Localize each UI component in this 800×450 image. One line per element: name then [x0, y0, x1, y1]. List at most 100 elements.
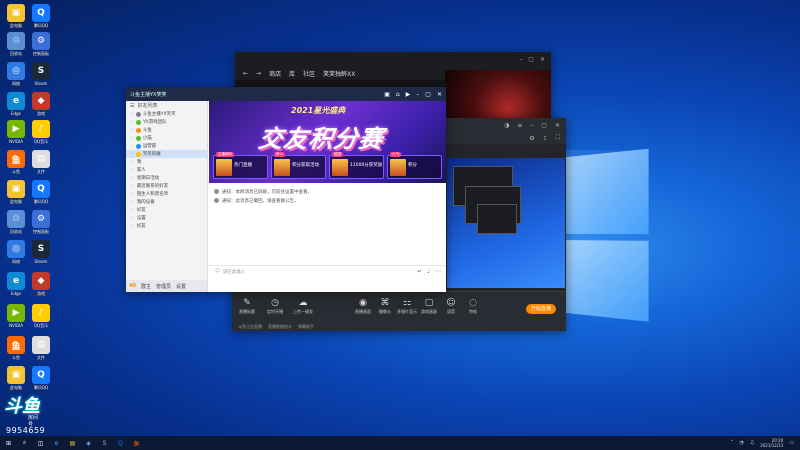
fullscreen-icon[interactable]: ⛶ — [556, 134, 560, 142]
taskbar-app-icon[interactable]: S — [100, 439, 109, 448]
stream-left-tool[interactable]: ✎ 直播标题 — [236, 298, 258, 315]
desktop-icon[interactable]: S Steam — [26, 240, 56, 264]
maximize-icon[interactable]: ▢ — [528, 56, 534, 63]
settings-icon[interactable]: ⚙ — [529, 135, 534, 142]
banner-tile[interactable]: 人气 积分 — [387, 152, 442, 179]
app-icon: ♪ — [32, 120, 50, 138]
friend-item[interactable]: › 星期日活动 — [126, 174, 207, 182]
friend-item[interactable]: › 陌生人和黑名单 — [126, 190, 207, 198]
taskbar-app-icon[interactable]: 鱼 — [132, 439, 141, 448]
send-icon[interactable]: ↵ — [417, 268, 422, 275]
friend-item[interactable]: › 好友 — [126, 222, 207, 230]
taskbar-app-icon[interactable]: ◫ — [36, 439, 45, 448]
maximize-icon[interactable]: ▢ — [425, 91, 431, 98]
image-icon[interactable]: ▣ — [384, 91, 390, 98]
minimize-icon[interactable]: – — [519, 56, 522, 63]
desktop-icon[interactable]: S Steam — [26, 62, 56, 86]
stream-tool[interactable]: ⌘ 摄像头 — [374, 298, 396, 315]
notification-icon[interactable]: ▭ — [789, 440, 794, 446]
mic-icon[interactable]: ♩ — [427, 268, 430, 275]
desktop-icon[interactable]: ♪ QQ音乐 — [26, 120, 56, 145]
volume-icon[interactable]: ♫ — [750, 440, 754, 446]
desktop-icon[interactable]: ⚙ 控制面板 — [26, 32, 56, 57]
group-item[interactable]: › YX游戏团队 — [126, 118, 207, 126]
stream-tool[interactable]: ▢ 游戏画面 — [418, 298, 440, 315]
desktop-icon[interactable]: ⚙ 控制面板 — [26, 210, 56, 235]
stream-tool[interactable]: ◌ 特效 — [462, 298, 484, 315]
stream-tool[interactable]: ☺ 语音 — [440, 298, 462, 315]
start-icon[interactable]: ⊞ — [4, 439, 13, 448]
status-stats[interactable]: 直播数据统计 — [268, 324, 292, 330]
owner-label[interactable]: 群主 — [141, 283, 151, 290]
stream-preview[interactable] — [447, 158, 565, 288]
promo-banner[interactable]: 2021星光盛典 交友积分赛 主播福利 热门直播 新人 积分获取活动 组团 11000分获… — [209, 101, 446, 183]
close-icon[interactable]: ✕ — [555, 122, 560, 129]
desktop-icon[interactable]: ◆ 游戏 — [26, 272, 56, 297]
taskbar-app-icon[interactable]: ⌕ — [20, 439, 29, 448]
message-input[interactable]: ☺ 请在此输入 ↵ ♩ ⋯ — [209, 265, 446, 277]
stream-left-tool[interactable]: ☁ 上传一键发 — [292, 298, 314, 315]
maximize-icon[interactable]: ▢ — [541, 122, 547, 129]
group-item[interactable]: › 斗鱼 — [126, 126, 207, 134]
stream-tool[interactable]: ◉ 直播画面 — [352, 298, 374, 315]
minimize-icon[interactable]: – — [530, 122, 533, 129]
skin-icon[interactable]: ◑ — [504, 122, 509, 129]
friend-item[interactable]: › 我 — [126, 158, 207, 166]
status-danmu[interactable]: 弹幕助手 — [298, 324, 314, 330]
taskbar-app-icon[interactable]: Q — [116, 439, 125, 448]
nav-store[interactable]: 商店 — [269, 69, 281, 78]
back-icon[interactable]: ← — [243, 70, 248, 77]
friend-label: 设置 — [136, 216, 146, 221]
group-item[interactable]: › 小猫 — [126, 134, 207, 142]
nav-username[interactable]: 笑笑独醉XX — [323, 69, 355, 78]
tile-text: 11000分获奖励 — [350, 163, 383, 168]
stream-left-tool[interactable]: ◷ 定时开播 — [264, 298, 286, 315]
home-icon[interactable]: ⌂ — [396, 91, 400, 98]
video-icon[interactable]: ▶ — [406, 91, 411, 98]
desktop-icon[interactable]: Q 腾讯QQ — [26, 4, 56, 29]
qq-title: 斗鱼主播YX笑笑 — [130, 91, 167, 98]
qq-chat-window[interactable]: 斗鱼主播YX笑笑 ▣ ⌂ ▶ – ▢ ✕ ☰ 好友列表 › 斗鱼主播YX笑笑 › YX… — [126, 87, 446, 292]
chevron-up-icon[interactable]: ˄ — [731, 440, 734, 446]
desktop-icon[interactable]: Q 腾讯QQ — [26, 366, 56, 391]
minimize-icon[interactable]: – — [416, 91, 419, 98]
friend-item[interactable]: › 好友 — [126, 206, 207, 214]
network-icon[interactable]: ◔ — [739, 440, 743, 446]
taskbar-app-icon[interactable]: e — [52, 439, 61, 448]
banner-tile[interactable]: 新人 积分获取活动 — [271, 152, 326, 179]
group-name: 运营部 — [142, 144, 157, 149]
settings-label[interactable]: 设置 — [176, 283, 186, 290]
desktop-icon[interactable]: ▤ 文件 — [26, 150, 56, 175]
friend-item[interactable]: › 最近联系的好友 — [126, 182, 207, 190]
banner-tile[interactable]: 组团 11000分获奖励 — [329, 152, 384, 179]
group-item[interactable]: › 运营部 — [126, 142, 207, 150]
friend-item[interactable]: › 家人 — [126, 166, 207, 174]
desktop-icon[interactable]: Q 腾讯QQ — [26, 180, 56, 205]
desktop-icon[interactable]: ♪ QQ音乐 — [26, 304, 56, 329]
friend-item[interactable]: › 我的设备 — [126, 198, 207, 206]
desktop-icon[interactable]: ▤ 文件 — [26, 336, 56, 361]
tool-icon: ◷ — [271, 298, 279, 308]
start-live-button[interactable]: 开始直播 — [526, 304, 556, 314]
banner-subtitle: 2021星光盛典 — [291, 106, 346, 115]
group-item[interactable]: › 斗鱼主播YX笑笑 — [126, 110, 207, 118]
taskbar-app-icon[interactable]: ◈ — [84, 439, 93, 448]
close-icon[interactable]: ✕ — [437, 91, 442, 98]
desktop-icon[interactable]: ◆ 游戏 — [26, 92, 56, 117]
taskbar-app-icon[interactable]: ▤ — [68, 439, 77, 448]
close-icon[interactable]: ✕ — [540, 56, 545, 63]
stream-tool[interactable]: ⚏ 多镜片显示 — [396, 298, 418, 315]
group-item[interactable]: › 笑笑的群 — [126, 150, 207, 158]
nav-community[interactable]: 社区 — [303, 69, 315, 78]
emoji-icon[interactable]: ☺ — [215, 269, 220, 274]
clock[interactable]: 20:20 2021/12/23 — [760, 438, 783, 448]
admin-label[interactable]: 管理员 — [156, 283, 171, 290]
friend-item[interactable]: › 设置 — [126, 214, 207, 222]
banner-tile[interactable]: 主播福利 热门直播 — [213, 152, 268, 179]
nav-library[interactable]: 库 — [289, 69, 295, 78]
qq-tab[interactable]: ☰ 好友列表 — [126, 101, 207, 110]
share-icon[interactable]: ⇪ — [543, 135, 548, 142]
forward-icon[interactable]: → — [256, 70, 261, 77]
more-icon[interactable]: ⋯ — [435, 268, 441, 275]
menu-icon[interactable]: ≡ — [517, 122, 522, 129]
